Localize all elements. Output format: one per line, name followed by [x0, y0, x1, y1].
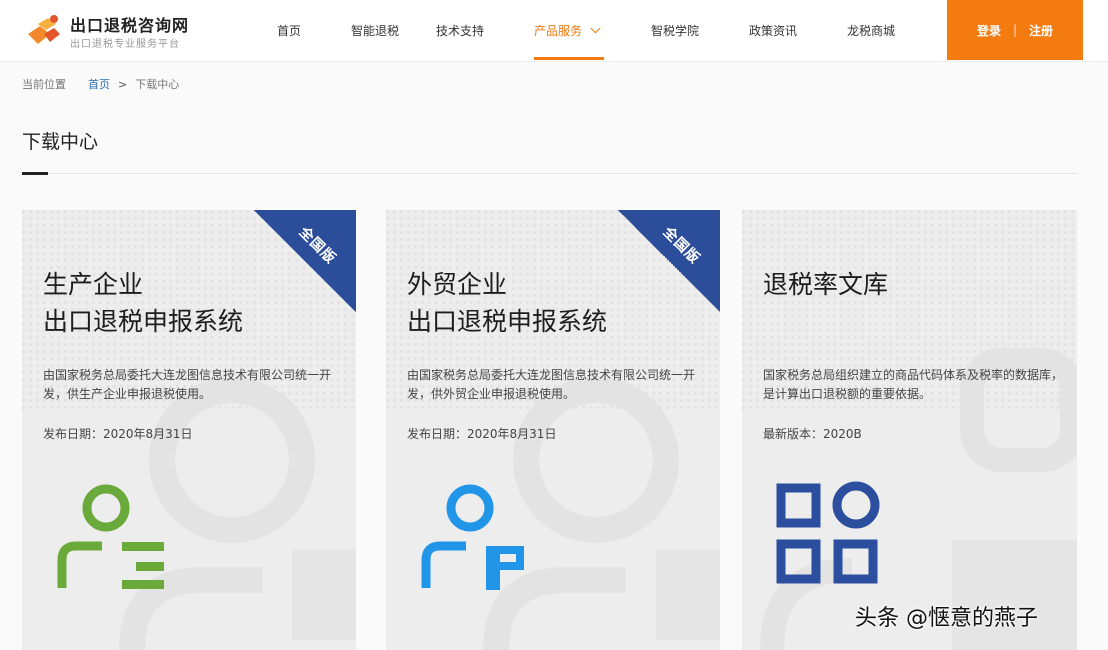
- card-description: 由国家税务总局委托大连龙图信息技术有限公司统一开发，供生产企业申报退税使用。: [43, 368, 332, 401]
- brand-title[interactable]: 出口退税咨询网: [70, 12, 189, 36]
- nav-policy-news[interactable]: 政策资讯: [749, 22, 797, 39]
- register-button[interactable]: 注册: [1029, 22, 1053, 39]
- card-release-date: 发布日期：2020年8月31日: [43, 427, 193, 441]
- card-title: 退税率文库: [763, 266, 888, 303]
- watermark-text: 头条 @惬意的燕子: [855, 606, 1038, 631]
- logo-icon[interactable]: [24, 10, 64, 50]
- card-description: 国家税务总局组织建立的商品代码体系及税率的数据库，是计算出口退税额的重要依据。: [763, 368, 1064, 401]
- top-header: 出口退税咨询网 出口退税专业服务平台 首页 智能退税 技术支持 产品服务 智税学…: [0, 0, 1108, 62]
- breadcrumb-prefix: 当前位置: [22, 78, 66, 91]
- breadcrumb-current: 下载中心: [135, 78, 180, 91]
- card-title-line2: 出口退税申报系统: [43, 307, 244, 336]
- card-title-line2: 出口退税申报系统: [407, 307, 608, 336]
- card-trade-enterprise[interactable]: 全国版 外贸企业 出口退税申报系统 由国家税务总局委托大连龙图信息技术有限公司统…: [386, 210, 720, 650]
- card-production-enterprise[interactable]: 全国版 生产企业 出口退税申报系统 由国家税务总局委托大连龙图信息技术有限公司统…: [22, 210, 356, 650]
- nav-tech-support[interactable]: 技术支持: [436, 22, 484, 39]
- card-release-date: 发布日期：2020年8月31日: [407, 427, 557, 441]
- page-title: 下载中心: [22, 131, 99, 153]
- user-list-icon: [57, 484, 164, 589]
- nav-mall[interactable]: 龙税商城: [847, 22, 895, 39]
- nav-products[interactable]: 产品服务: [534, 22, 601, 39]
- card-title-line1: 生产企业: [43, 270, 144, 299]
- nav-home[interactable]: 首页: [277, 22, 301, 39]
- login-button[interactable]: 登录: [977, 22, 1001, 39]
- card-title: 生产企业 出口退税申报系统: [43, 266, 243, 340]
- breadcrumb: 当前位置 首页 > 下载中心: [22, 76, 179, 92]
- nav-smart-tax[interactable]: 智能退税: [351, 22, 399, 39]
- chevron-down-icon: [590, 23, 601, 34]
- title-divider: [22, 173, 1077, 174]
- nav-products-label: 产品服务: [534, 24, 583, 38]
- breadcrumb-separator: >: [118, 78, 128, 91]
- nav-academy[interactable]: 智税学院: [651, 22, 699, 39]
- grid-apps-icon: [776, 481, 880, 584]
- breadcrumb-home-link[interactable]: 首页: [88, 78, 110, 91]
- card-title: 外贸企业 出口退税申报系统: [407, 266, 607, 340]
- user-document-icon: [421, 484, 524, 590]
- card-title-line1: 退税率文库: [763, 270, 889, 299]
- auth-box: 登录 | 注册: [947, 0, 1083, 60]
- card-version: 最新版本：2020B: [763, 427, 862, 441]
- title-accent-bar: [22, 172, 48, 175]
- auth-divider: |: [1012, 23, 1018, 37]
- card-tax-rate-library[interactable]: 退税率文库 国家税务总局组织建立的商品代码体系及税率的数据库，是计算出口退税额的…: [742, 210, 1077, 650]
- card-title-line1: 外贸企业: [407, 270, 508, 299]
- brand-subtitle: 出口退税专业服务平台: [70, 39, 180, 50]
- nav-active-indicator: [534, 57, 604, 60]
- card-description: 由国家税务总局委托大连龙图信息技术有限公司统一开发，供外贸企业申报退税使用。: [407, 368, 696, 401]
